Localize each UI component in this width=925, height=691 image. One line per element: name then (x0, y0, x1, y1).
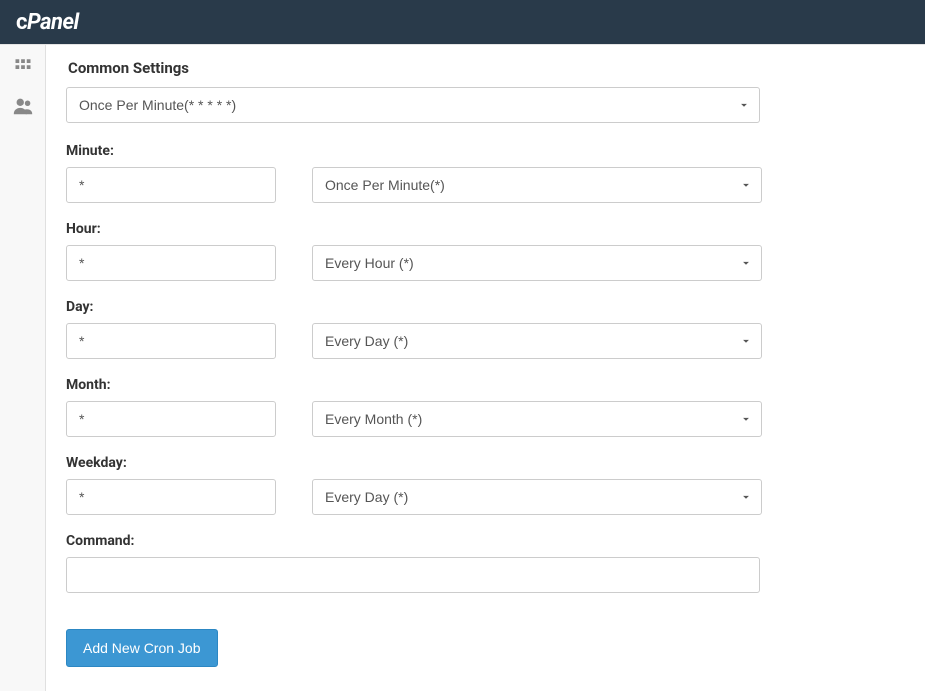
add-cron-job-button[interactable]: Add New Cron Job (66, 629, 218, 667)
sidebar (0, 45, 46, 691)
month-input[interactable] (66, 401, 276, 437)
day-label: Day: (66, 299, 897, 315)
minute-label: Minute: (66, 143, 897, 159)
minute-select[interactable]: Once Per Minute(*) (312, 167, 762, 203)
users-icon[interactable] (12, 95, 34, 117)
body-wrapper: Common Settings Once Per Minute(* * * * … (0, 44, 925, 691)
app-header: cPanel (0, 0, 925, 44)
hour-group: Hour: Every Hour (*) (66, 221, 897, 281)
weekday-input[interactable] (66, 479, 276, 515)
command-group: Command: (66, 533, 897, 593)
hour-label: Hour: (66, 221, 897, 237)
day-input[interactable] (66, 323, 276, 359)
day-select[interactable]: Every Day (*) (312, 323, 762, 359)
weekday-group: Weekday: Every Day (*) (66, 455, 897, 515)
minute-input[interactable] (66, 167, 276, 203)
weekday-label: Weekday: (66, 455, 897, 471)
month-label: Month: (66, 377, 897, 393)
common-settings-label: Common Settings (66, 59, 897, 77)
main-content: Common Settings Once Per Minute(* * * * … (46, 45, 925, 691)
grid-icon[interactable] (12, 55, 34, 77)
month-select[interactable]: Every Month (*) (312, 401, 762, 437)
common-settings-select[interactable]: Once Per Minute(* * * * *) (66, 87, 760, 123)
command-label: Command: (66, 533, 897, 549)
minute-group: Minute: Once Per Minute(*) (66, 143, 897, 203)
month-group: Month: Every Month (*) (66, 377, 897, 437)
weekday-select[interactable]: Every Day (*) (312, 479, 762, 515)
command-input[interactable] (66, 557, 760, 593)
day-group: Day: Every Day (*) (66, 299, 897, 359)
hour-select[interactable]: Every Hour (*) (312, 245, 762, 281)
hour-input[interactable] (66, 245, 276, 281)
cpanel-logo: cPanel (16, 10, 79, 35)
